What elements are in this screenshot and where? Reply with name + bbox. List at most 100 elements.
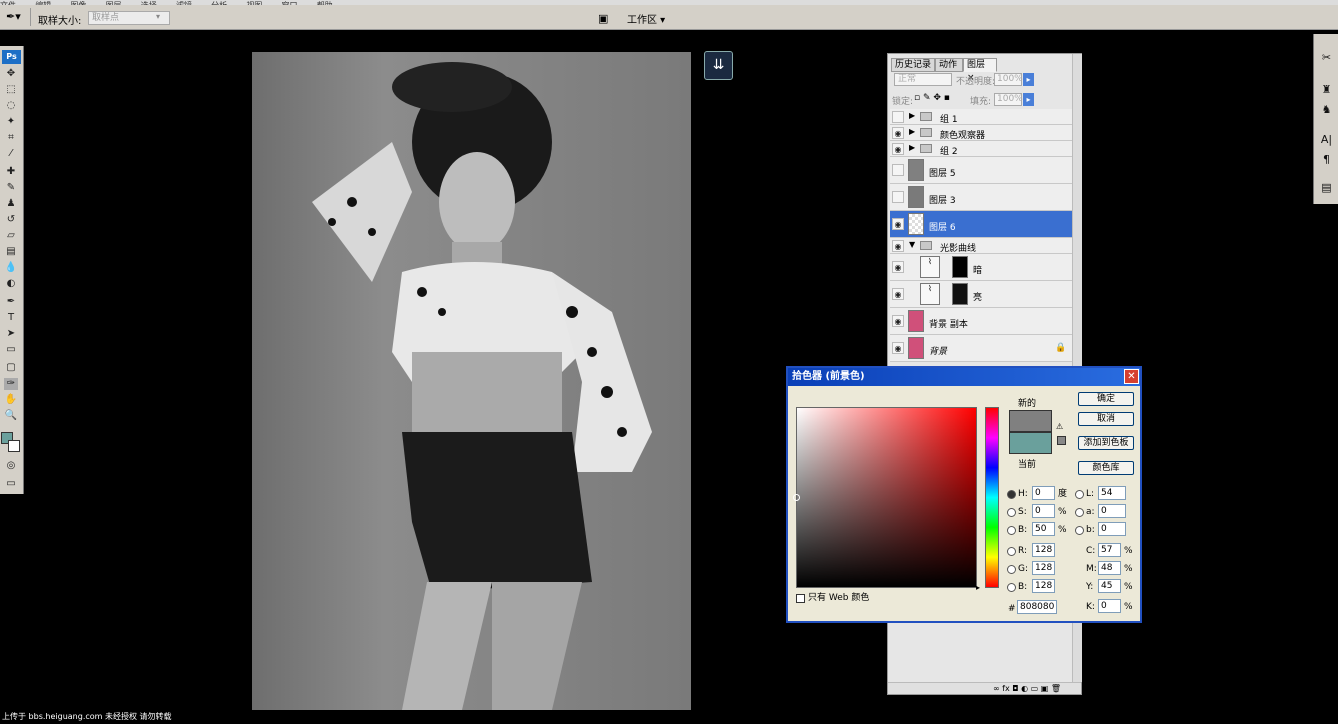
eye-icon[interactable]: ◉ — [892, 127, 904, 139]
eye-icon[interactable]: ◉ — [892, 288, 904, 300]
r-radio[interactable] — [1007, 547, 1016, 556]
background-color-swatch[interactable] — [8, 440, 20, 452]
tab-layers[interactable]: 图层 × — [963, 58, 997, 83]
history-brush-icon[interactable]: ↺ — [4, 214, 18, 226]
fill-input[interactable]: 100% — [994, 93, 1023, 106]
ok-button[interactable]: 确定 — [1078, 392, 1134, 406]
eye-icon[interactable]: ◉ — [892, 315, 904, 327]
opacity-input[interactable]: 100% — [994, 73, 1023, 86]
type-tool-icon[interactable]: T — [4, 312, 18, 324]
layer-row-selected[interactable]: ◉ 图层 6 — [890, 211, 1072, 238]
eye-icon[interactable]: ◉ — [892, 218, 904, 230]
color-marker[interactable] — [793, 494, 800, 501]
eye-icon[interactable]: ◉ — [892, 342, 904, 354]
clone-source-icon[interactable]: ♞ — [1319, 102, 1334, 117]
marquee-tool-icon[interactable]: ⬚ — [4, 84, 18, 96]
layer-row[interactable]: ◉ 背景 🔒 — [890, 335, 1072, 362]
brush-tool-icon[interactable]: ✎ — [4, 182, 18, 194]
visibility-toggle[interactable]: ◉ — [892, 164, 904, 176]
quick-mask-icon[interactable]: ◎ — [4, 460, 18, 472]
l-input[interactable]: 54 — [1098, 486, 1126, 500]
web-safe-warning-icon[interactable] — [1057, 436, 1066, 445]
saturation-brightness-field[interactable] — [796, 407, 977, 588]
k-input[interactable]: 0 — [1098, 599, 1121, 613]
eraser-tool-icon[interactable]: ▱ — [4, 230, 18, 242]
c-input[interactable]: 57 — [1098, 543, 1121, 557]
path-select-icon[interactable]: ➤ — [4, 328, 18, 340]
blue-radio[interactable] — [1007, 583, 1016, 592]
g-input[interactable]: 128 — [1032, 561, 1055, 575]
eyedropper-tool-icon[interactable]: ✑ — [4, 378, 18, 390]
slice-tool-icon[interactable]: ⁄ — [4, 148, 18, 160]
layer-row[interactable]: ◉ ▶ 组 1 — [890, 109, 1072, 125]
hand-tool-icon[interactable]: ✋ — [4, 394, 18, 406]
color-libraries-button[interactable]: 颜色库 — [1078, 461, 1134, 475]
shape-tool-icon[interactable]: ▭ — [4, 344, 18, 356]
clone-stamp-icon[interactable]: ♟ — [4, 198, 18, 210]
document-canvas[interactable] — [252, 52, 691, 710]
gamut-warning-icon[interactable]: ⚠ — [1056, 422, 1063, 431]
collapse-panels-icon[interactable]: ⇊ — [704, 51, 733, 80]
layer-row[interactable]: ◉ ▼ 光影曲线 — [890, 238, 1072, 254]
s-input[interactable]: 0 — [1032, 504, 1055, 518]
a-radio[interactable] — [1075, 508, 1084, 517]
b-input[interactable]: 50 — [1032, 522, 1055, 536]
close-icon[interactable]: ✕ — [1124, 369, 1139, 384]
eye-icon[interactable]: ◉ — [892, 143, 904, 155]
cancel-button[interactable]: 取消 — [1078, 412, 1134, 426]
layer-row[interactable]: ◉ ▶ 组 2 — [890, 141, 1072, 157]
b-radio[interactable] — [1007, 526, 1016, 535]
screen-mode-icon[interactable]: ▭ — [4, 478, 18, 490]
fill-arrow-icon[interactable]: ▸ — [1023, 93, 1034, 106]
workspace-menu[interactable]: 工作区 ▾ — [627, 11, 665, 26]
notes-tool-icon[interactable]: ▢ — [4, 362, 18, 374]
y-input[interactable]: 45 — [1098, 579, 1121, 593]
brush-panel-icon[interactable]: ♜ — [1319, 82, 1334, 97]
eyedropper-icon[interactable]: ✒▾ — [6, 10, 21, 24]
layer-row[interactable]: ◉ ▶ 颜色观察器 — [890, 125, 1072, 141]
healing-tool-icon[interactable]: ✚ — [4, 166, 18, 178]
h-input[interactable]: 0 — [1032, 486, 1055, 500]
layer-row[interactable]: ◉ 图层 3 — [890, 184, 1072, 211]
character-panel-icon[interactable]: A| — [1319, 132, 1334, 147]
gradient-tool-icon[interactable]: ▤ — [4, 246, 18, 258]
s-radio[interactable] — [1007, 508, 1016, 517]
add-to-swatches-button[interactable]: 添加到色板 — [1078, 436, 1134, 450]
hue-slider-handle-icon[interactable]: ▸ — [976, 583, 980, 592]
layer-row[interactable]: ◉ ⌇ 亮 — [890, 281, 1072, 308]
layer-row[interactable]: ◉ ⌇ 暗 — [890, 254, 1072, 281]
blur-tool-icon[interactable]: 💧 — [4, 262, 18, 274]
m-input[interactable]: 48 — [1098, 561, 1121, 575]
tools-preset-icon[interactable]: ✂ — [1319, 50, 1334, 65]
expand-arrow-icon[interactable]: ▶ — [909, 143, 915, 152]
g-radio[interactable] — [1007, 565, 1016, 574]
lock-icons[interactable]: ▫ ✎ ✥ ▪ — [914, 93, 950, 103]
layer-row[interactable]: ◉ 背景 副本 — [890, 308, 1072, 335]
hex-input[interactable]: 808080 — [1017, 600, 1057, 614]
ps-logo[interactable]: Ps — [2, 50, 21, 64]
layers-footer-icons[interactable]: ∞ fx ◘ ◐ ▭ ▣ 🗑 — [888, 682, 1081, 694]
eye-icon[interactable]: ◉ — [892, 240, 904, 252]
lab-b-input[interactable]: 0 — [1098, 522, 1126, 536]
expand-arrow-icon[interactable]: ▶ — [909, 111, 915, 120]
tab-actions[interactable]: 动作 — [935, 58, 963, 72]
collapse-arrow-icon[interactable]: ▼ — [909, 240, 915, 249]
lasso-tool-icon[interactable]: ◌ — [4, 100, 18, 112]
expand-arrow-icon[interactable]: ▶ — [909, 127, 915, 136]
move-tool-icon[interactable]: ✥ — [4, 68, 18, 80]
r-input[interactable]: 128 — [1032, 543, 1055, 557]
visibility-toggle[interactable]: ◉ — [892, 191, 904, 203]
web-only-checkbox[interactable] — [796, 594, 805, 603]
h-radio[interactable] — [1007, 490, 1016, 499]
layer-comps-icon[interactable]: ▤ — [1319, 180, 1334, 195]
hue-slider[interactable] — [985, 407, 999, 588]
a-input[interactable]: 0 — [1098, 504, 1126, 518]
dodge-tool-icon[interactable]: ◐ — [4, 278, 18, 290]
pen-tool-icon[interactable]: ✒ — [4, 296, 18, 308]
blend-mode-select[interactable]: 正常 — [894, 73, 952, 86]
l-radio[interactable] — [1075, 490, 1084, 499]
lab-b-radio[interactable] — [1075, 526, 1084, 535]
magic-wand-icon[interactable]: ✦ — [4, 116, 18, 128]
eye-icon[interactable]: ◉ — [892, 261, 904, 273]
paragraph-panel-icon[interactable]: ¶ — [1319, 152, 1334, 167]
